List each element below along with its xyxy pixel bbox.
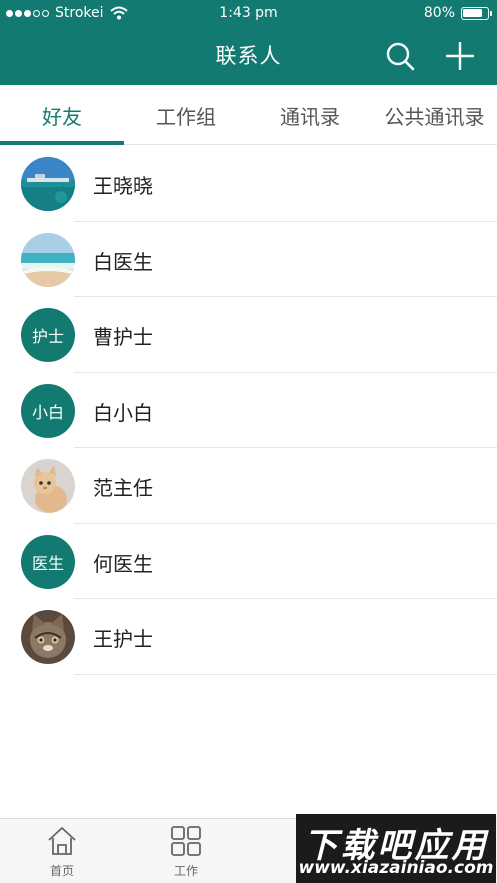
contact-list: 王晓晓 白医生 护士 曹护士 小白 白小白 范主任 医生 何医生 王护士	[0, 146, 497, 675]
contact-row[interactable]: 护士 曹护士	[0, 297, 497, 373]
avatar: 护士	[21, 308, 75, 362]
contact-name: 范主任	[93, 476, 153, 500]
status-bar: Strokei 1:43 pm 80%	[0, 0, 497, 28]
contact-tabs: 好友 工作组 通讯录 公共通讯录	[0, 85, 497, 145]
battery-percent: 80%	[423, 5, 455, 21]
page-title: 联系人	[215, 44, 282, 68]
contact-row[interactable]: 医生 何医生	[0, 524, 497, 599]
contact-name: 白小白	[93, 400, 153, 425]
avatar: 医生	[21, 534, 75, 589]
cat-photo-avatar	[21, 610, 75, 664]
bottom-tab-work[interactable]: 工作	[124, 819, 248, 883]
avatar	[21, 157, 75, 211]
contact-row[interactable]: 小白 白小白	[0, 373, 497, 448]
contact-row[interactable]: 王护士	[0, 599, 497, 675]
tab-friends[interactable]: 好友	[0, 85, 124, 145]
tab-address-book[interactable]: 通讯录	[248, 85, 372, 145]
tab-public-address-book[interactable]: 公共通讯录	[372, 85, 497, 145]
site-watermark: 下载吧应用 www.xiazainiao.com	[296, 814, 496, 883]
app-header: Strokei 1:43 pm 80% 联系人	[0, 0, 497, 85]
status-time: 1:43 pm	[219, 5, 278, 21]
active-tab-indicator	[0, 141, 124, 145]
contact-name: 王护士	[93, 627, 153, 651]
avatar	[21, 459, 75, 513]
add-contact-button[interactable]	[444, 40, 476, 72]
contact-row[interactable]: 王晓晓	[0, 146, 497, 222]
avatar	[21, 232, 75, 287]
kitten-photo-avatar	[21, 459, 75, 513]
avatar: 小白	[21, 383, 75, 438]
status-right: 80%	[423, 5, 492, 21]
bottom-tab-label: 工作	[173, 864, 198, 878]
contact-name: 白医生	[93, 249, 153, 274]
avatar	[21, 610, 75, 664]
battery-icon	[461, 6, 492, 20]
contact-name: 王晓晓	[93, 174, 153, 198]
contact-name: 曹护士	[93, 325, 153, 349]
watermark-url: www.xiazainiao.com	[298, 858, 494, 878]
search-button[interactable]	[384, 40, 416, 72]
bottom-tab-label: 首页	[49, 864, 74, 878]
home-icon	[48, 827, 76, 855]
contact-name: 何医生	[93, 551, 153, 576]
contact-row[interactable]: 范主任	[0, 448, 497, 524]
contact-row[interactable]: 白医生	[0, 222, 497, 297]
grid-icon	[171, 826, 201, 856]
tab-workgroups[interactable]: 工作组	[124, 85, 248, 145]
sea-photo-avatar	[21, 157, 75, 211]
bottom-tab-home[interactable]: 首页	[0, 819, 124, 883]
row-divider	[74, 673, 497, 675]
search-icon	[386, 42, 415, 71]
beach-photo-avatar	[21, 232, 75, 287]
plus-icon	[446, 42, 474, 70]
